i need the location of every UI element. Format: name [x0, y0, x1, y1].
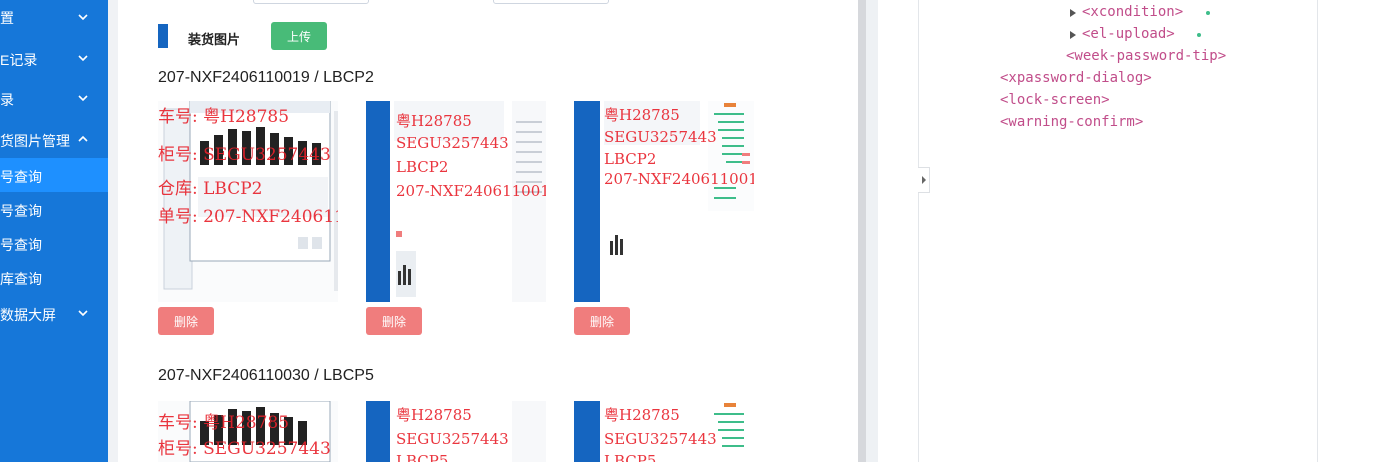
sidebar-subitem-query-3[interactable]: 号查询 [0, 226, 108, 260]
watermark-line: 柜号: SEGU3257443 [158, 145, 331, 165]
divider [1317, 0, 1318, 462]
sidebar-subitem-query-2[interactable]: 号查询 [0, 192, 108, 226]
component-tree-node[interactable]: <xcondition> [1082, 4, 1183, 20]
delete-button[interactable]: 删除 [574, 307, 630, 335]
screenshot-thumbnail-image [366, 101, 546, 302]
sidebar-item-label: E记录 [0, 52, 38, 68]
sidebar-item-label: 数据大屏 [0, 307, 56, 323]
watermark-line: 车号: 粤H28785 [158, 107, 290, 127]
expand-triangle-icon[interactable] [1070, 9, 1076, 17]
expand-triangle-icon[interactable] [1070, 31, 1076, 39]
expand-panel-toggle[interactable] [918, 167, 930, 193]
status-dot [1197, 33, 1201, 37]
photo-thumbnail[interactable]: 粤H28785 SEGU3257443 LBCP5 [366, 401, 546, 462]
watermark-line: LBCP5 [396, 452, 449, 462]
watermark-line: 粤H28785 [604, 406, 680, 424]
section-accent-bar [158, 24, 168, 48]
delete-button[interactable]: 删除 [366, 307, 422, 335]
watermark-line: 车号: 粤H28785 [158, 413, 290, 433]
sidebar-subitem-query-1[interactable]: 号查询 [0, 158, 108, 192]
chevron-up-icon [78, 135, 88, 142]
component-tree-node[interactable]: <lock-screen> [1000, 92, 1110, 108]
sidebar-item-label: 货图片管理 [0, 133, 70, 149]
component-tree-node[interactable]: <el-upload> [1082, 26, 1175, 42]
panel-splitter[interactable] [866, 0, 878, 462]
watermark-line: LBCP2 [396, 158, 449, 176]
watermark-line: SEGU3257443 [604, 128, 717, 146]
watermark-line: 柜号: SEGU3257443 [158, 439, 331, 459]
sidebar-item-settings[interactable]: 置 [0, 0, 108, 34]
sidebar-item-dashboard[interactable]: 数据大屏 [0, 296, 108, 330]
filter-input-1[interactable] [253, 0, 369, 4]
watermark-line: 207-NXF2406110019 [396, 182, 546, 200]
divider [918, 0, 919, 462]
watermark-line: 粤H28785 [396, 406, 472, 424]
sidebar-item-label: 库查询 [0, 271, 42, 287]
chevron-down-icon [78, 55, 88, 62]
photo-thumbnail[interactable]: 粤H28785 SEGU3257443 LBCP2 207-NXF2406110… [366, 101, 546, 302]
section-title: 装货图片 [188, 32, 241, 47]
chevron-down-icon [78, 14, 88, 21]
upload-button[interactable]: 上传 [271, 22, 327, 50]
photo-thumbnail[interactable]: 粤H28785 SEGU3257443 LBCP5 [574, 401, 754, 462]
watermark-line: 单号: 207-NXF2406110019 [158, 207, 338, 227]
sidebar-item-label: 号查询 [0, 169, 42, 185]
sidebar-item-records-1[interactable]: E记录 [0, 41, 108, 75]
sidebar-subitem-warehouse-query[interactable]: 库查询 [0, 260, 108, 294]
photo-thumbnail[interactable]: 车号: 粤H28785 柜号: SEGU3257443 仓库: LBCP2 单号… [158, 101, 338, 302]
watermark-line: SEGU3257443 [604, 430, 717, 448]
group-title: 207-NXF2406110019 / LBCP2 [158, 69, 374, 86]
delete-button[interactable]: 删除 [158, 307, 214, 335]
watermark-line: SEGU3257443 [396, 134, 509, 152]
chevron-down-icon [78, 310, 88, 317]
photo-thumbnail[interactable]: 车号: 粤H28785 柜号: SEGU3257443 [158, 401, 338, 462]
watermark-line: 仓库: LBCP2 [158, 179, 263, 199]
watermark-line: LBCP2 [604, 150, 657, 168]
sidebar-item-label: 录 [0, 92, 14, 108]
chevron-down-icon [78, 95, 88, 102]
sidebar-item-label: 号查询 [0, 237, 42, 253]
component-tree-node[interactable]: <week-password-tip> [1066, 48, 1226, 64]
watermark-line: 粤H28785 [604, 106, 680, 124]
filter-input-2[interactable] [493, 0, 609, 4]
sidebar-item-label: 号查询 [0, 203, 42, 219]
sidebar-item-label: 置 [0, 10, 14, 26]
watermark-line: LBCP5 [604, 452, 657, 462]
sidebar-item-image-management[interactable]: 货图片管理 [0, 122, 108, 156]
chevron-right-icon [921, 176, 926, 184]
screenshot-thumbnail-image [158, 101, 338, 302]
component-tree-node[interactable]: <warning-confirm> [1000, 114, 1143, 130]
scrollbar-track[interactable] [858, 0, 866, 462]
group-title: 207-NXF2406110030 / LBCP5 [158, 367, 374, 384]
watermark-line: 粤H28785 [396, 112, 472, 130]
component-tree-node[interactable]: <xpassword-dialog> [1000, 70, 1152, 86]
sidebar-item-records-2[interactable]: 录 [0, 81, 108, 115]
watermark-line: 207-NXF2406110019 [604, 170, 754, 188]
sidebar: 置 E记录 录 货图片管理 号查询 号查询 号查询 库查询 数据大屏 [0, 0, 108, 462]
photo-thumbnail[interactable]: 粤H28785 SEGU3257443 LBCP2 207-NXF2406110… [574, 101, 754, 302]
status-dot [1206, 11, 1210, 15]
watermark-line: SEGU3257443 [396, 430, 509, 448]
